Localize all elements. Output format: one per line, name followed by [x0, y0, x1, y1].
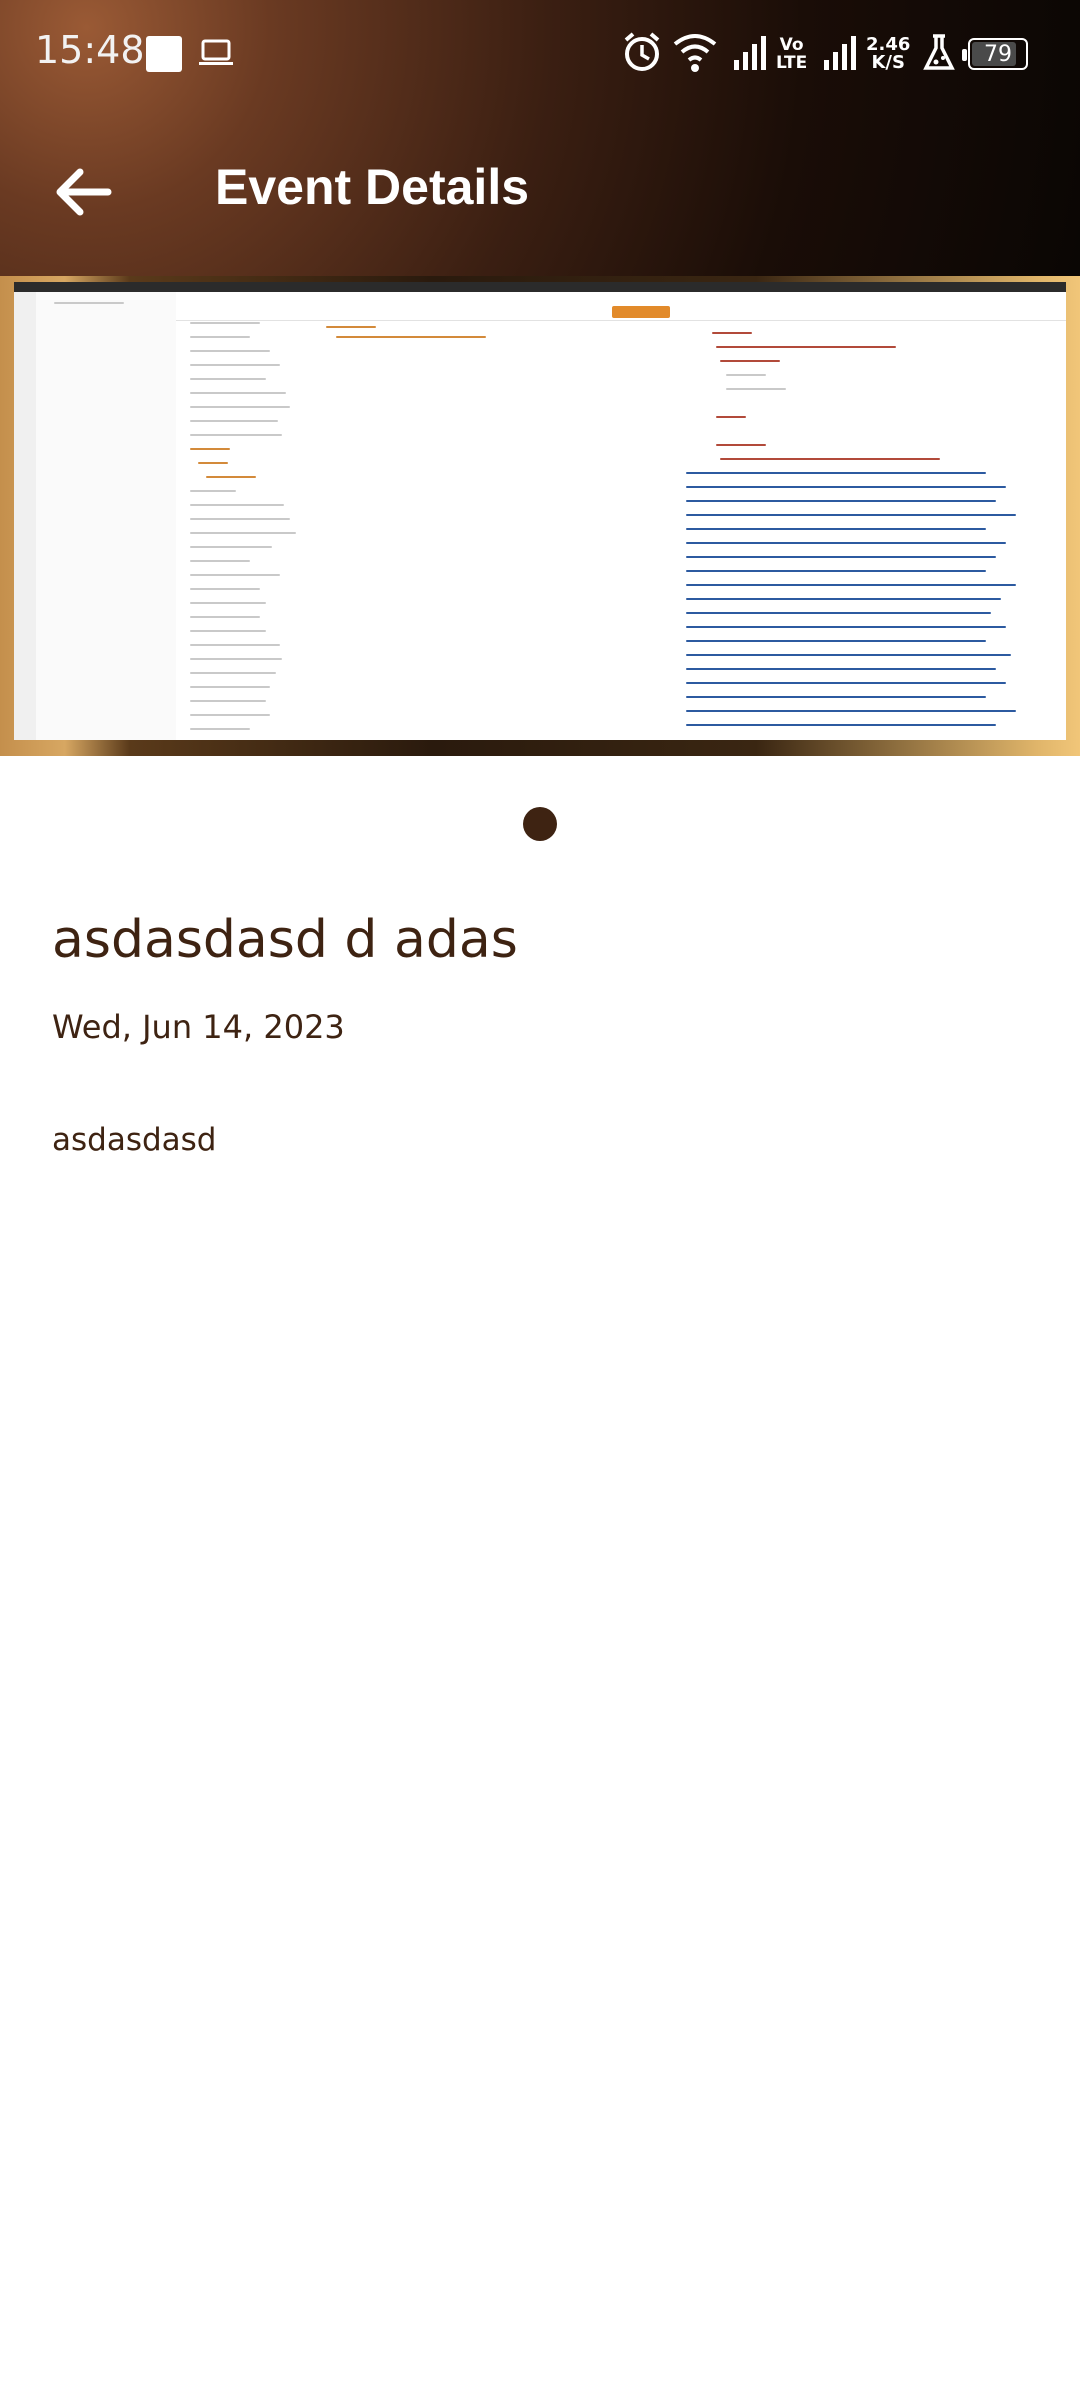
image-nav-pane [36, 292, 177, 740]
event-image [14, 282, 1066, 740]
image-rail [14, 292, 37, 740]
battery-indicator: 79 [962, 38, 1028, 70]
battery-nub [962, 49, 967, 61]
event-date: Wed, Jun 14, 2023 [52, 1008, 345, 1046]
arrow-left-icon[interactable] [52, 164, 116, 224]
image-explorer-pane [176, 292, 307, 740]
carousel-page-indicator[interactable] [523, 807, 557, 841]
net-speed: 2.46 K/S [866, 36, 910, 72]
flask-icon [922, 30, 956, 78]
event-title: asdasdasd d adas [52, 910, 518, 970]
notification-square-icon [146, 36, 182, 72]
net-speed-unit: K/S [871, 52, 905, 73]
volte-indicator: Vo LTE [776, 36, 807, 72]
wifi-icon [672, 30, 718, 78]
battery-level: 79 [984, 42, 1012, 67]
app-bar: Event Details [0, 140, 1080, 240]
signal-icon [732, 30, 768, 78]
signal-2-icon [822, 30, 858, 78]
page-title: Event Details [215, 159, 530, 215]
alarm-icon [622, 30, 662, 78]
event-image-carousel[interactable] [0, 276, 1080, 756]
image-topbar [14, 282, 1066, 292]
header: 15:48 Vo LTE 2.46 K/S 79 Event Details [0, 0, 1080, 276]
volte-top-label: Vo [779, 35, 804, 55]
status-bar: 15:48 Vo LTE 2.46 K/S 79 [0, 0, 1080, 110]
status-time: 15:48 [35, 28, 145, 72]
volte-bottom-label: LTE [776, 53, 808, 73]
image-response-pane [676, 292, 1066, 740]
image-editor-pane [306, 292, 677, 740]
laptop-icon [198, 38, 234, 72]
event-description: asdasdasd [52, 1122, 217, 1158]
